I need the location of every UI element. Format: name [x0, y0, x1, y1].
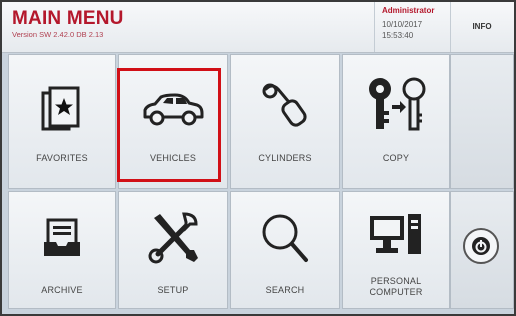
copy-label: COPY [382, 153, 410, 163]
version-text: Version SW 2.42.0 DB 2.13 [12, 30, 104, 39]
personal-label: PERSONAL [370, 276, 422, 286]
personal-computer-tile[interactable]: PERSONAL COMPUTER [342, 191, 450, 309]
main-menu-screen: MAIN MENU Version SW 2.42.0 DB 2.13 Admi… [2, 2, 514, 314]
archive-tray-icon [44, 218, 80, 256]
cylinders-tile[interactable]: CYLINDERS [230, 54, 340, 189]
header: MAIN MENU Version SW 2.42.0 DB 2.13 Admi… [2, 2, 514, 53]
info-button[interactable]: INFO [450, 22, 514, 31]
tools-icon [148, 212, 198, 264]
search-label: SEARCH [265, 285, 305, 295]
computer-icon [370, 214, 421, 254]
magnifier-icon [262, 214, 308, 262]
date-text: 10/10/2017 [382, 20, 423, 29]
power-icon [472, 237, 490, 255]
computer-label: COMPUTER [369, 287, 423, 297]
page-title: MAIN MENU [12, 8, 124, 29]
time-text: 15:53:40 [382, 31, 414, 40]
setup-tile[interactable]: SETUP [118, 191, 228, 309]
archive-label: ARCHIVE [41, 285, 83, 295]
favorites-tile[interactable]: FAVORITES [8, 54, 116, 189]
header-divider [374, 2, 375, 52]
power-button[interactable] [463, 228, 499, 264]
key-cylinder-icon [262, 83, 307, 127]
cylinders-label: CYLINDERS [258, 153, 312, 163]
user-name: Administrator [382, 6, 435, 15]
archive-tile[interactable]: ARCHIVE [8, 191, 116, 309]
favorites-card-star-icon [41, 86, 80, 131]
vehicles-highlight-frame [117, 68, 221, 182]
side-panel-bottom [450, 191, 514, 309]
favorites-label: FAVORITES [36, 153, 88, 163]
side-panel-top [450, 54, 514, 189]
copy-keys-icon [369, 77, 426, 131]
copy-tile[interactable]: COPY [342, 54, 450, 189]
search-tile[interactable]: SEARCH [230, 191, 340, 309]
setup-label: SETUP [157, 285, 189, 295]
